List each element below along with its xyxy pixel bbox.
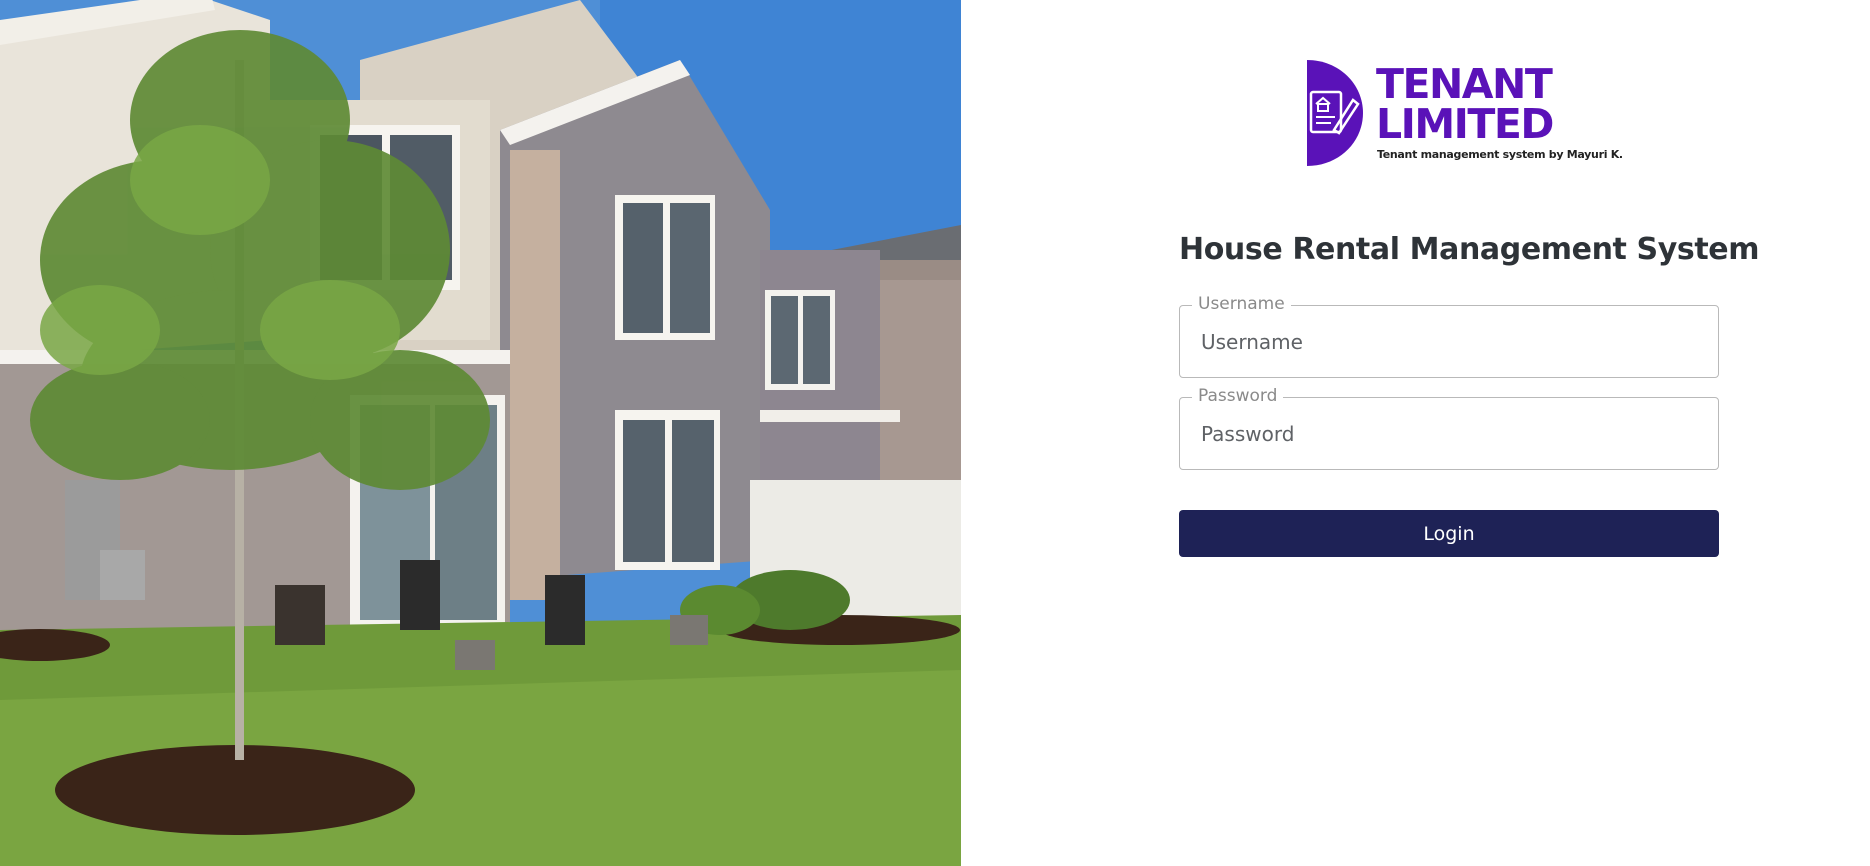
- brand-word-line1: TENANT: [1376, 60, 1553, 108]
- login-panel: TENANT LIMITED Tenant management system …: [961, 0, 1870, 866]
- page-title: House Rental Management System: [1179, 232, 1760, 267]
- document-pen-icon: [1307, 60, 1363, 166]
- password-field: Password: [1179, 386, 1719, 470]
- brand-logo: TENANT LIMITED Tenant management system …: [1307, 60, 1623, 170]
- password-input[interactable]: [1180, 398, 1718, 469]
- brand-tagline: Tenant management system by Mayuri K.: [1377, 148, 1623, 161]
- username-field: Username: [1179, 294, 1719, 378]
- username-input[interactable]: [1180, 306, 1718, 377]
- login-button[interactable]: Login: [1179, 510, 1719, 557]
- login-page: TENANT LIMITED Tenant management system …: [0, 0, 1870, 866]
- brand-wordmark: TENANT LIMITED: [1376, 60, 1554, 148]
- brand-word-line2: LIMITED: [1376, 100, 1554, 148]
- house-photo: [0, 0, 961, 866]
